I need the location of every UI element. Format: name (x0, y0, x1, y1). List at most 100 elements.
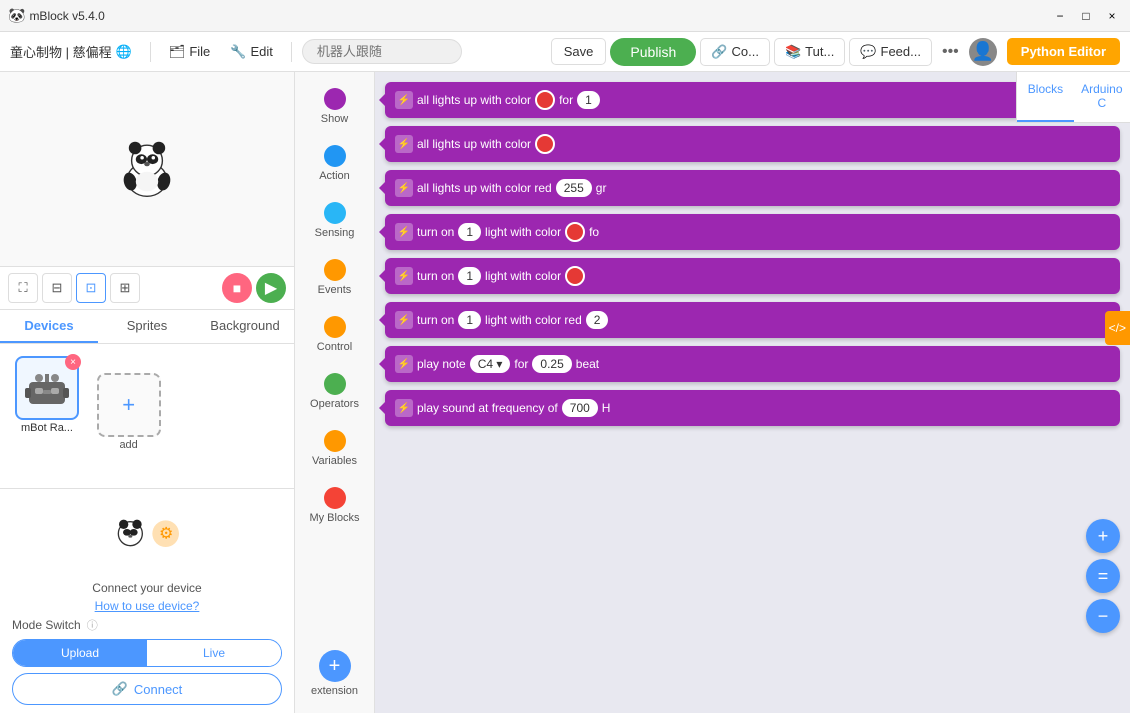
tab-background[interactable]: Background (196, 310, 294, 343)
extension-category[interactable]: + extension (307, 642, 362, 705)
extension-add-button[interactable]: + (319, 650, 351, 682)
avatar[interactable]: 👤 (969, 38, 997, 66)
upload-live-toggle: Upload Live (12, 639, 282, 667)
block-turn-on-light-color[interactable]: ⚡ turn on 1 light with color (385, 258, 1120, 294)
add-label: add (119, 439, 137, 451)
maximize-button[interactable]: □ (1076, 6, 1096, 26)
block-icon-7: ⚡ (395, 355, 413, 373)
save-button[interactable]: Save (551, 38, 607, 65)
connect-device-button[interactable]: 🔗 Connect (12, 673, 282, 705)
block-text-7b: for (514, 357, 528, 371)
operators-color-dot (324, 373, 346, 395)
add-device-item[interactable]: + add (94, 373, 164, 451)
block-all-lights-color-for[interactable]: ⚡ all lights up with color for 1 (385, 82, 1120, 118)
layout-side-button[interactable]: ⊡ (76, 273, 106, 303)
zoom-out-button[interactable]: − (1086, 599, 1120, 633)
layout-split-button[interactable]: ⊟ (42, 273, 72, 303)
upload-button[interactable]: Upload (13, 640, 147, 666)
category-events[interactable]: Events (299, 251, 371, 304)
how-to-link[interactable]: How to use device? (12, 599, 282, 613)
device-close-button[interactable]: × (65, 354, 81, 370)
edit-menu[interactable]: 🔧 Edit (222, 40, 281, 64)
tab-arduino-c[interactable]: Arduino C (1074, 72, 1130, 122)
left-panel: ⛶ ⊟ ⊡ ⊞ ■ ▶ Devices Sprites Background × (0, 72, 295, 713)
category-sensing-label: Sensing (315, 227, 355, 239)
block-text-2: all lights up with color (417, 137, 531, 151)
category-sensing[interactable]: Sensing (299, 194, 371, 247)
category-show[interactable]: Show (299, 80, 371, 133)
search-input[interactable] (302, 39, 462, 64)
block-turn-on-light-color-red[interactable]: ⚡ turn on 1 light with color red 2 (385, 302, 1120, 338)
block-workspace[interactable]: ⚡ all lights up with color for 1 ⚡ all l… (375, 72, 1130, 713)
tab-sprites[interactable]: Sprites (98, 310, 196, 343)
block-play-sound-frequency[interactable]: ⚡ play sound at frequency of 700 H (385, 390, 1120, 426)
block-all-lights-color-red[interactable]: ⚡ all lights up with color red 255 gr (385, 170, 1120, 206)
action-color-dot (324, 145, 346, 167)
block-text-4c: fo (589, 225, 599, 239)
left-panel-tabs: Devices Sprites Background (0, 310, 294, 344)
file-menu[interactable]: 🗂 File (161, 40, 218, 64)
block-categories: Show Action Sensing Events Control Opera… (295, 72, 375, 713)
feedback-button[interactable]: 💬 Feed... (849, 38, 932, 66)
my-blocks-color-dot (324, 487, 346, 509)
tab-blocks[interactable]: Blocks (1017, 72, 1073, 122)
control-color-dot (324, 316, 346, 338)
brand-logo: 童心制物 | 慈偏程 🌐 (10, 42, 132, 61)
minimize-button[interactable]: − (1050, 6, 1070, 26)
device-name-label: mBot Ra... (21, 422, 73, 434)
mode-switch-label: Mode Switch (12, 618, 81, 632)
layout-grid-button[interactable]: ⊞ (110, 273, 140, 303)
category-control[interactable]: Control (299, 308, 371, 361)
block-number-3[interactable]: 255 (556, 179, 592, 197)
block-note-dropdown[interactable]: C4 ▾ (470, 355, 511, 373)
zoom-in-button[interactable]: + (1086, 519, 1120, 553)
category-operators-label: Operators (310, 398, 359, 410)
device-thumbnail: × (15, 356, 79, 420)
category-action[interactable]: Action (299, 137, 371, 190)
globe-icon[interactable]: 🌐 (116, 44, 132, 60)
stop-button[interactable]: ■ (222, 273, 252, 303)
block-index-5[interactable]: 1 (458, 267, 481, 285)
block-turn-on-light-color-for[interactable]: ⚡ turn on 1 light with color fo (385, 214, 1120, 250)
block-index-6[interactable]: 1 (458, 311, 481, 329)
block-color-1[interactable] (535, 90, 555, 110)
device-item-mbot[interactable]: × mBo (12, 356, 82, 434)
layout-fullscreen-button[interactable]: ⛶ (8, 273, 38, 303)
code-toggle-button[interactable]: </> (1105, 311, 1130, 345)
tab-devices[interactable]: Devices (0, 310, 98, 343)
block-frequency-input[interactable]: 700 (562, 399, 598, 417)
file-icon: 🗂 (169, 44, 186, 60)
block-number-1[interactable]: 1 (577, 91, 600, 109)
more-button[interactable]: ••• (936, 39, 965, 65)
block-icon-8: ⚡ (395, 399, 413, 417)
block-number-6[interactable]: 2 (586, 311, 609, 329)
svg-text:⚙: ⚙ (159, 525, 173, 542)
category-operators[interactable]: Operators (299, 365, 371, 418)
category-variables-label: Variables (312, 455, 357, 467)
go-button[interactable]: ▶ (256, 273, 286, 303)
connect-prompt-text: Connect your device (12, 581, 282, 595)
publish-button[interactable]: Publish (610, 38, 696, 66)
live-button[interactable]: Live (147, 640, 281, 666)
category-my-blocks[interactable]: My Blocks (299, 479, 371, 532)
block-text-4b: light with color (485, 225, 561, 239)
python-editor-button[interactable]: Python Editor (1007, 38, 1120, 65)
block-beat-input[interactable]: 0.25 (532, 355, 571, 373)
add-device-button[interactable]: + (97, 373, 161, 437)
close-button[interactable]: × (1102, 6, 1122, 26)
blocks-container: ⚡ all lights up with color for 1 ⚡ all l… (375, 72, 1130, 436)
right-panel-tabs: Blocks Arduino C (1016, 72, 1130, 123)
zoom-reset-button[interactable]: = (1086, 559, 1120, 593)
category-variables[interactable]: Variables (299, 422, 371, 475)
connect-button[interactable]: 🔗 Co... (700, 38, 770, 66)
block-color-2[interactable] (535, 134, 555, 154)
block-index-4[interactable]: 1 (458, 223, 481, 241)
tutorial-button[interactable]: 📚 Tut... (774, 38, 845, 66)
block-text-6a: turn on (417, 313, 454, 327)
block-text-6b: light with color red (485, 313, 582, 327)
block-all-lights-color[interactable]: ⚡ all lights up with color (385, 126, 1120, 162)
block-play-note[interactable]: ⚡ play note C4 ▾ for 0.25 beat (385, 346, 1120, 382)
block-color-4[interactable] (565, 222, 585, 242)
block-color-5[interactable] (565, 266, 585, 286)
block-text-3b: gr (596, 181, 607, 195)
